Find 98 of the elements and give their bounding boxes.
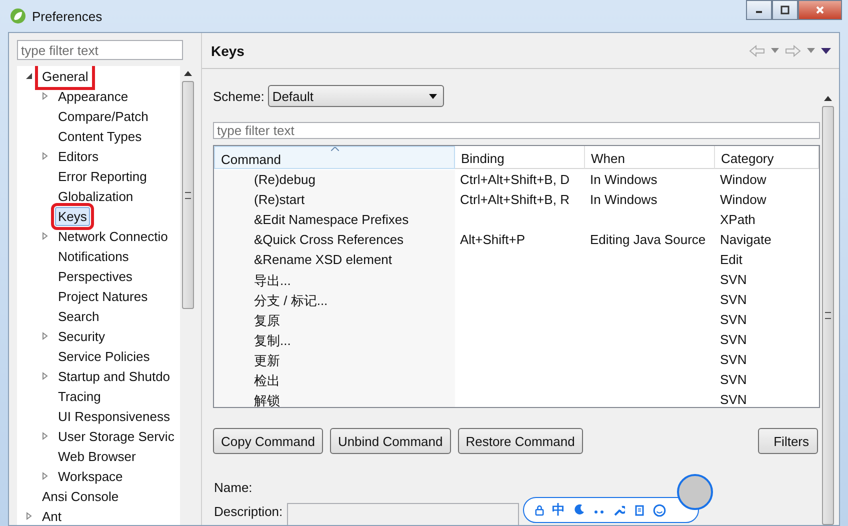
close-icon xyxy=(815,5,825,15)
scheme-label: Scheme: xyxy=(213,88,264,104)
table-cell: In Windows xyxy=(590,192,658,207)
tree-item[interactable]: Web Browser xyxy=(55,446,139,466)
table-cell-text: (Re)debug xyxy=(253,172,316,187)
tree-item[interactable]: Globalization xyxy=(55,186,136,206)
table-cell: SVN xyxy=(720,352,747,367)
table-cell-text: 分支 / 标记... xyxy=(253,293,328,308)
table-cell-text: 解锁 xyxy=(253,393,280,407)
sort-caret-icon xyxy=(331,147,339,151)
forward-arrow-icon[interactable] xyxy=(785,44,801,56)
tree-item[interactable]: User Storage Servic xyxy=(55,426,178,446)
tree-item[interactable]: Startup and Shutdo xyxy=(55,366,174,386)
maximize-icon xyxy=(780,5,790,15)
scheme-dropdown[interactable]: Default xyxy=(268,85,444,107)
expand-icon[interactable] xyxy=(41,232,49,240)
tree-item[interactable]: Compare/Patch xyxy=(55,106,152,126)
table-cell: XPath xyxy=(720,212,756,227)
filter-field[interactable]: type filter text xyxy=(17,40,183,60)
description-label: Description: xyxy=(214,504,283,519)
window-title: Preferences xyxy=(32,8,102,24)
scroll-up-icon[interactable] xyxy=(824,96,832,101)
tree-item[interactable]: Ant xyxy=(39,506,65,525)
table-cell: SVN xyxy=(720,372,747,387)
expand-icon[interactable] xyxy=(41,152,49,160)
expand-icon[interactable] xyxy=(41,432,49,440)
table-cell-text: 复制... xyxy=(253,333,291,348)
expand-icon[interactable] xyxy=(41,92,49,100)
table-cell: Alt+Shift+P xyxy=(460,232,526,247)
back-arrow-icon[interactable] xyxy=(749,44,765,56)
tree-item[interactable]: Workspace xyxy=(55,466,126,486)
table-cell: Window xyxy=(720,192,766,207)
dropdown-arrow-icon[interactable] xyxy=(807,48,815,53)
action-button[interactable]: Copy Command xyxy=(213,428,323,454)
column-header[interactable]: When xyxy=(585,146,715,169)
table-cell: SVN xyxy=(720,312,747,327)
table-cell-text: &Quick Cross References xyxy=(253,232,404,247)
expand-icon[interactable] xyxy=(41,332,49,340)
table-cell-text: (Re)start xyxy=(253,192,305,207)
table-cell: SVN xyxy=(720,292,747,307)
moon-icon[interactable] xyxy=(573,504,585,516)
minimize-button[interactable] xyxy=(746,0,772,20)
table-cell: SVN xyxy=(720,272,747,287)
column-header[interactable]: Binding xyxy=(455,146,585,169)
table-cell: SVN xyxy=(720,392,747,407)
expand-icon[interactable] xyxy=(25,512,33,520)
lock-icon[interactable] xyxy=(535,504,544,516)
action-button[interactable]: Restore Command xyxy=(458,428,583,454)
close-button[interactable] xyxy=(798,0,842,20)
collapse-icon[interactable] xyxy=(25,72,33,80)
tree-item[interactable]: Tracing xyxy=(55,386,104,406)
table-cell: Ctrl+Alt+Shift+B, D xyxy=(460,172,570,187)
assistant-avatar-icon[interactable] xyxy=(677,474,713,510)
table-cell: Edit xyxy=(720,252,742,267)
page-title: Keys xyxy=(211,42,244,58)
tree-item[interactable]: Service Policies xyxy=(55,346,153,366)
column-header[interactable]: Category xyxy=(715,146,819,169)
expand-icon[interactable] xyxy=(41,472,49,480)
table-cell: SVN xyxy=(720,332,747,347)
table-cell: Editing Java Source xyxy=(590,232,706,247)
table-cell-text: 导出... xyxy=(253,273,291,288)
action-button[interactable]: Unbind Command xyxy=(330,428,451,454)
tree-item[interactable]: Search xyxy=(55,306,102,326)
tree-item[interactable]: Ansi Console xyxy=(39,486,122,506)
tree-item[interactable]: Appearance xyxy=(55,86,132,106)
scroll-up-icon[interactable] xyxy=(184,71,192,76)
leaf-logo-icon xyxy=(10,8,26,24)
table-cell-text: 更新 xyxy=(253,353,280,368)
wrench-icon[interactable] xyxy=(613,504,625,516)
tree-item[interactable]: Project Natures xyxy=(55,286,151,306)
tree-item[interactable]: Security xyxy=(55,326,108,346)
tree-item[interactable]: Network Connectio xyxy=(55,226,171,246)
clipboard-icon[interactable] xyxy=(633,504,645,516)
table-cell: In Windows xyxy=(590,172,658,187)
table-cell-text: &Rename XSD element xyxy=(253,252,392,267)
dropdown-arrow-icon xyxy=(429,94,438,98)
column-header[interactable]: Command xyxy=(214,146,455,169)
tree-item[interactable]: Perspectives xyxy=(55,266,136,286)
tree-item[interactable]: Notifications xyxy=(55,246,132,266)
tree-item[interactable]: Content Types xyxy=(55,126,145,146)
table-cell-text: 检出 xyxy=(253,373,280,388)
filter-field[interactable]: type filter text xyxy=(213,122,820,139)
filters-button[interactable]: Filters xyxy=(758,428,818,454)
table-cell-text: 复原 xyxy=(253,313,280,328)
dropdown-arrow-icon[interactable] xyxy=(771,48,779,53)
table-cell: Navigate xyxy=(720,232,772,247)
tree-item[interactable]: UI Responsiveness xyxy=(55,406,173,426)
maximize-button[interactable] xyxy=(772,0,798,20)
table-cell: Window xyxy=(720,172,766,187)
table-cell: Ctrl+Alt+Shift+B, R xyxy=(460,192,570,207)
input-mode-toggle[interactable]: 中 xyxy=(552,501,565,519)
name-label: Name: xyxy=(214,480,254,495)
tree-item[interactable]: Editors xyxy=(55,146,102,166)
tree-item[interactable]: Error Reporting xyxy=(55,166,150,186)
smiley-icon[interactable] xyxy=(653,504,666,516)
view-menu-icon[interactable] xyxy=(821,48,831,54)
table-cell-text: &Edit Namespace Prefixes xyxy=(253,212,409,227)
expand-icon[interactable] xyxy=(41,372,49,380)
